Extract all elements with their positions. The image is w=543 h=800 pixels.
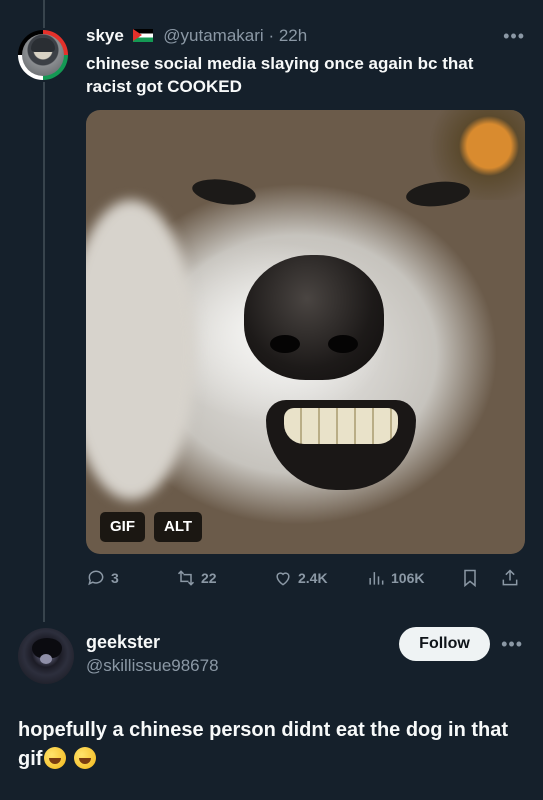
media-fur xyxy=(86,200,196,500)
action-bar: 3 22 2.4K 106K xyxy=(86,566,526,590)
gif-badge[interactable]: GIF xyxy=(100,512,145,542)
reply-count: 3 xyxy=(111,570,119,586)
views-icon xyxy=(369,572,384,585)
palestine-flag-icon xyxy=(132,29,153,42)
dog-mouth xyxy=(266,400,416,490)
thread-line-top xyxy=(43,0,45,28)
view-count: 106K xyxy=(391,570,425,586)
tweet-header: skye @yutamakari · 22h xyxy=(86,25,307,47)
share-icon xyxy=(502,569,518,586)
like-count: 2.4K xyxy=(298,570,328,586)
author-handle[interactable]: @yutamakari xyxy=(163,26,263,45)
bookmark-button[interactable] xyxy=(460,566,480,590)
repost-icon xyxy=(177,570,195,586)
alt-badge[interactable]: ALT xyxy=(154,512,203,542)
dog-teeth xyxy=(284,408,398,444)
author-avatar[interactable] xyxy=(18,30,68,80)
repost-count: 22 xyxy=(201,570,217,586)
bookmark-icon xyxy=(464,569,476,588)
rolling-on-floor-laughing-emoji-icon xyxy=(74,747,96,769)
like-button[interactable]: 2.4K xyxy=(273,566,328,590)
rolling-on-floor-laughing-emoji-icon xyxy=(44,747,67,769)
reply-button[interactable]: 3 xyxy=(86,566,119,590)
tweet-time[interactable]: 22h xyxy=(279,26,307,45)
reply-author-avatar[interactable] xyxy=(18,628,74,684)
reply-icon xyxy=(88,570,104,586)
dog-nostril xyxy=(328,335,358,353)
tweet-media-gif[interactable]: GIF ALT xyxy=(86,110,525,554)
heart-icon xyxy=(276,572,290,586)
follow-button[interactable]: Follow xyxy=(399,627,490,661)
avatar-image xyxy=(22,34,64,76)
repost-button[interactable]: 22 xyxy=(176,566,217,590)
thread-line xyxy=(43,82,45,622)
separator-dot: · xyxy=(268,26,275,45)
more-options-icon[interactable]: ••• xyxy=(503,26,525,47)
dog-nose xyxy=(244,255,384,380)
views-button[interactable]: 106K xyxy=(366,566,424,590)
tweet-text: chinese social media slaying once again … xyxy=(86,54,474,96)
author-name[interactable]: skye xyxy=(86,26,124,45)
reply-more-options-icon[interactable]: ••• xyxy=(501,634,523,655)
reply-author-name[interactable]: geekster xyxy=(86,632,160,653)
share-button[interactable] xyxy=(500,566,520,590)
dog-eye-left xyxy=(190,175,258,209)
reply-text-block: hopefully a chinese person didnt eat the… xyxy=(18,716,528,774)
dog-nostril xyxy=(270,335,300,353)
reply-author-handle[interactable]: @skillissue98678 xyxy=(86,656,219,676)
